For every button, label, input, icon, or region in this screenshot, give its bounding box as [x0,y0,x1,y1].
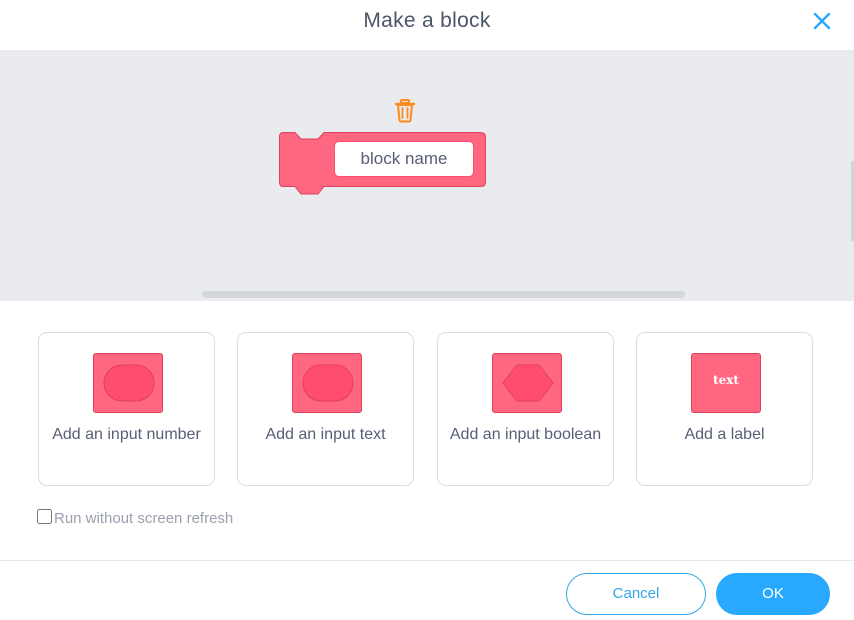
add-input-boolean-button[interactable]: Add an input boolean [437,332,614,486]
label-icon: text [691,353,761,413]
dialog-header: Make a block [0,0,854,51]
input-boolean-icon [492,353,562,413]
add-input-number-button[interactable]: Add an input number [38,332,215,486]
run-without-refresh-label: Run without screen refresh [54,510,234,527]
horizontal-scrollbar[interactable] [202,291,685,298]
custom-block-definition[interactable] [279,132,487,198]
footer-divider [0,560,854,561]
run-without-refresh-checkbox[interactable] [37,509,52,524]
option-label: Add an input text [265,426,386,443]
add-input-text-button[interactable]: Add an input text [237,332,414,486]
option-label: Add a label [684,426,765,443]
trash-icon[interactable] [394,99,416,123]
option-label: Add an input number [52,426,201,443]
block-workspace[interactable] [0,51,854,301]
input-text-icon [292,353,362,413]
add-label-button[interactable]: text Add a label [636,332,813,486]
cancel-button[interactable]: Cancel [566,573,706,615]
close-icon[interactable] [812,11,832,31]
input-number-icon [93,353,163,413]
dialog-title: Make a block [363,9,491,32]
ok-button[interactable]: OK [716,573,830,615]
option-label: Add an input boolean [449,426,602,443]
block-name-input[interactable] [334,141,474,177]
label-icon-text: text [713,373,739,387]
